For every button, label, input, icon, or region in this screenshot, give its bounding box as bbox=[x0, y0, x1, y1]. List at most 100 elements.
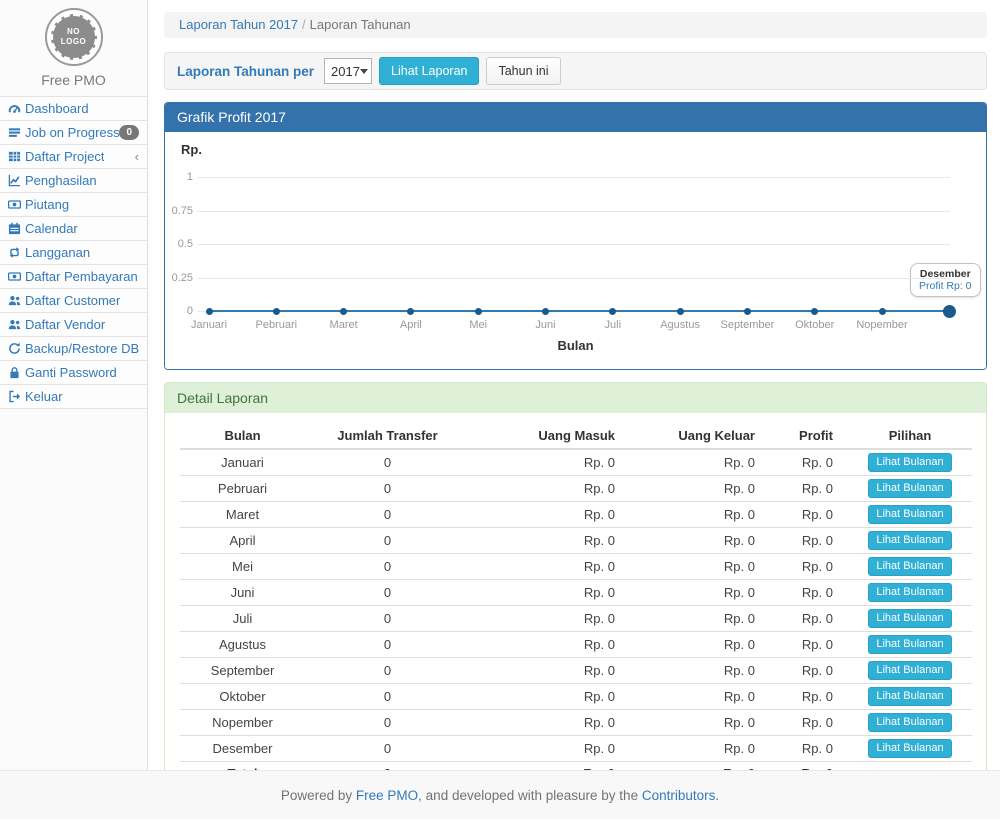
lihat-laporan-button[interactable]: Lihat Laporan bbox=[379, 57, 479, 85]
sidebar-item-ganti-password[interactable]: Ganti Password bbox=[0, 361, 147, 385]
lihat-bulanan-button[interactable]: Lihat Bulanan bbox=[868, 661, 951, 680]
cell: 0 bbox=[305, 684, 470, 710]
data-point-juli[interactable] bbox=[609, 308, 616, 315]
users-icon bbox=[8, 318, 25, 331]
data-point-januari[interactable] bbox=[206, 308, 213, 315]
x-tick-label: Oktober bbox=[782, 319, 848, 331]
year-filter-bar: Laporan Tahunan per 2017 Lihat Laporan T… bbox=[164, 52, 987, 90]
action-cell: Lihat Bulanan bbox=[848, 632, 972, 658]
footer-link-contributors[interactable]: Contributors. bbox=[642, 788, 719, 803]
sidebar-item-penghasilan[interactable]: Penghasilan bbox=[0, 169, 147, 193]
sidebar-item-calendar[interactable]: Calendar bbox=[0, 217, 147, 241]
data-point-mei[interactable] bbox=[475, 308, 482, 315]
sidebar-item-daftar-pembayaran[interactable]: Daftar Pembayaran bbox=[0, 265, 147, 289]
cell: Rp. 0 bbox=[470, 736, 630, 762]
sidebar: NO LOGO Free PMO Dashboard Job on Progres… bbox=[0, 0, 148, 770]
data-point-september[interactable] bbox=[744, 308, 751, 315]
action-cell: Lihat Bulanan bbox=[848, 658, 972, 684]
cell: Rp. 0 bbox=[630, 632, 770, 658]
cell: Rp. 0 bbox=[770, 554, 848, 580]
detail-laporan-panel: Detail Laporan BulanJumlah TransferUang … bbox=[164, 382, 987, 799]
sidebar-item-piutang[interactable]: Piutang bbox=[0, 193, 147, 217]
cell: Rp. 0 bbox=[770, 580, 848, 606]
cell: Rp. 0 bbox=[630, 502, 770, 528]
x-tick-label: Nopember bbox=[849, 319, 915, 331]
action-cell: Lihat Bulanan bbox=[848, 476, 972, 502]
page-footer: Powered by Free PMO, and developed with … bbox=[0, 770, 1000, 819]
lihat-bulanan-button[interactable]: Lihat Bulanan bbox=[868, 687, 951, 706]
cell: Pebruari bbox=[180, 476, 305, 502]
sidebar-item-label: Langganan bbox=[25, 245, 90, 260]
sidebar-item-keluar[interactable]: Keluar bbox=[0, 385, 147, 409]
chart-panel-title: Grafik Profit 2017 bbox=[165, 103, 986, 132]
cell: Rp. 0 bbox=[770, 632, 848, 658]
table-icon bbox=[8, 150, 25, 163]
detail-panel-title: Detail Laporan bbox=[165, 383, 986, 413]
sign-out-icon bbox=[8, 390, 25, 403]
action-cell: Lihat Bulanan bbox=[848, 710, 972, 736]
sidebar-item-dashboard[interactable]: Dashboard bbox=[0, 97, 147, 121]
cell: Rp. 0 bbox=[770, 710, 848, 736]
cell: 0 bbox=[305, 736, 470, 762]
cell: Agustus bbox=[180, 632, 305, 658]
cell: Rp. 0 bbox=[630, 528, 770, 554]
cell: Juni bbox=[180, 580, 305, 606]
cell: Rp. 0 bbox=[630, 710, 770, 736]
logo-area: NO LOGO Free PMO bbox=[0, 0, 147, 96]
sidebar-item-langganan[interactable]: Langganan bbox=[0, 241, 147, 265]
cell: Desember bbox=[180, 736, 305, 762]
table-row: April0Rp. 0Rp. 0Rp. 0Lihat Bulanan bbox=[180, 528, 972, 554]
year-select[interactable]: 2017 bbox=[324, 58, 372, 84]
data-point-oktober[interactable] bbox=[811, 308, 818, 315]
lihat-bulanan-button[interactable]: Lihat Bulanan bbox=[868, 583, 951, 602]
sidebar-item-label: Daftar Pembayaran bbox=[25, 269, 138, 284]
sidebar-item-label: Job on Progress bbox=[25, 125, 119, 140]
sidebar-menu: Dashboard Job on Progress0Daftar Project‹… bbox=[0, 96, 147, 409]
cell: Januari bbox=[180, 449, 305, 476]
cell: Rp. 0 bbox=[470, 684, 630, 710]
sidebar-item-job-on-progress[interactable]: Job on Progress0 bbox=[0, 121, 147, 145]
sidebar-item-daftar-customer[interactable]: Daftar Customer bbox=[0, 289, 147, 313]
cell: April bbox=[180, 528, 305, 554]
lihat-bulanan-button[interactable]: Lihat Bulanan bbox=[868, 609, 951, 628]
data-point-april[interactable] bbox=[407, 308, 414, 315]
data-point-juni[interactable] bbox=[542, 308, 549, 315]
chart-y-axis-label: Rp. bbox=[181, 142, 202, 157]
data-point-desember[interactable] bbox=[943, 305, 956, 318]
sidebar-item-backup-restore-db[interactable]: Backup/Restore DB bbox=[0, 337, 147, 361]
breadcrumb-link-laporan-tahun[interactable]: Laporan Tahun 2017 bbox=[179, 17, 298, 32]
cell: 0 bbox=[305, 449, 470, 476]
data-point-pebruari[interactable] bbox=[273, 308, 280, 315]
cell: Rp. 0 bbox=[470, 580, 630, 606]
lock-icon bbox=[8, 366, 25, 379]
lihat-bulanan-button[interactable]: Lihat Bulanan bbox=[868, 739, 951, 758]
cell: Nopember bbox=[180, 710, 305, 736]
action-cell: Lihat Bulanan bbox=[848, 580, 972, 606]
line-chart-icon bbox=[8, 174, 25, 187]
lihat-bulanan-button[interactable]: Lihat Bulanan bbox=[868, 557, 951, 576]
column-header: Uang Masuk bbox=[470, 423, 630, 449]
cell: Rp. 0 bbox=[770, 606, 848, 632]
logo-text-line2: LOGO bbox=[61, 37, 87, 47]
footer-link-free-pmo[interactable]: Free PMO bbox=[356, 788, 418, 803]
lihat-bulanan-button[interactable]: Lihat Bulanan bbox=[868, 635, 951, 654]
lihat-bulanan-button[interactable]: Lihat Bulanan bbox=[868, 479, 951, 498]
users-icon bbox=[8, 294, 25, 307]
lihat-bulanan-button[interactable]: Lihat Bulanan bbox=[868, 505, 951, 524]
sidebar-item-daftar-vendor[interactable]: Daftar Vendor bbox=[0, 313, 147, 337]
sidebar-item-label: Ganti Password bbox=[25, 365, 117, 380]
tahun-ini-button[interactable]: Tahun ini bbox=[486, 57, 560, 85]
data-point-agustus[interactable] bbox=[677, 308, 684, 315]
data-point-nopember[interactable] bbox=[879, 308, 886, 315]
cell: Rp. 0 bbox=[470, 632, 630, 658]
data-point-maret[interactable] bbox=[340, 308, 347, 315]
lihat-bulanan-button[interactable]: Lihat Bulanan bbox=[868, 713, 951, 732]
y-tick-label: 1 bbox=[165, 171, 193, 183]
cell: Rp. 0 bbox=[630, 736, 770, 762]
lihat-bulanan-button[interactable]: Lihat Bulanan bbox=[868, 531, 951, 550]
lihat-bulanan-button[interactable]: Lihat Bulanan bbox=[868, 453, 951, 472]
caret-down-icon bbox=[360, 69, 368, 74]
x-tick-label: Pebruari bbox=[243, 319, 309, 331]
sidebar-item-daftar-project[interactable]: Daftar Project‹ bbox=[0, 145, 147, 169]
sidebar-item-label: Dashboard bbox=[25, 101, 89, 116]
